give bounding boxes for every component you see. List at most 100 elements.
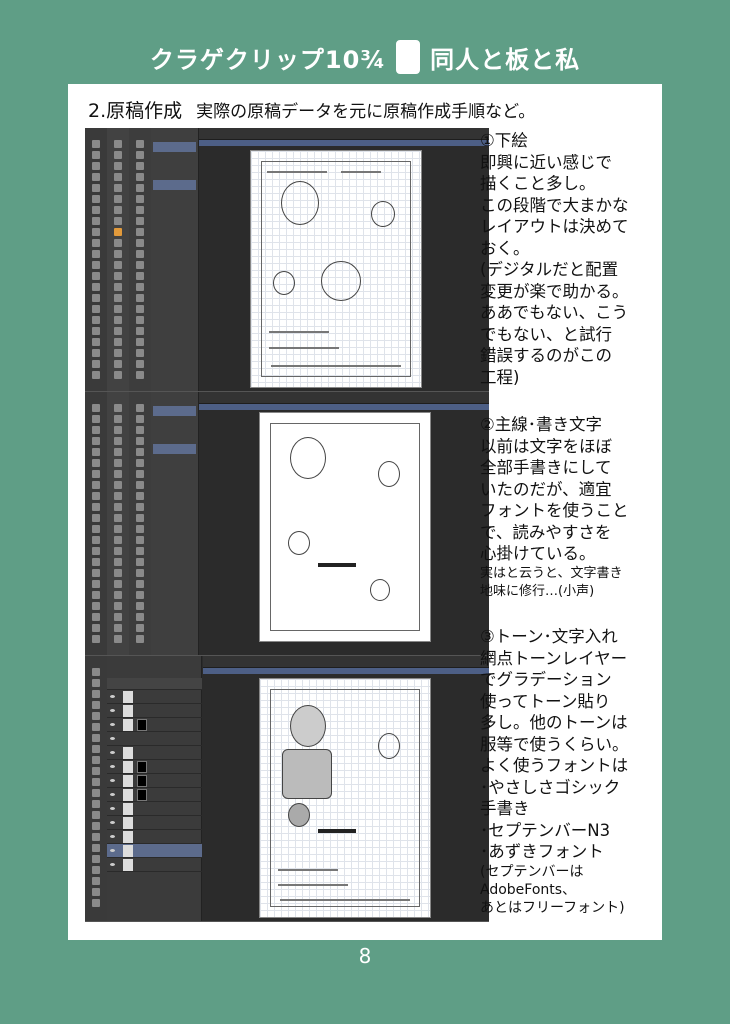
tool-icon bbox=[114, 591, 122, 599]
tool-icon bbox=[136, 470, 144, 478]
tool-icon bbox=[114, 195, 122, 203]
command-bar bbox=[199, 392, 489, 404]
tool-icon bbox=[92, 767, 100, 775]
tool-icon bbox=[136, 591, 144, 599]
step-2-note: ②主線･書き文字 以前は文字をほぼ 全部手書きにして いたのだが、適宜 フォントを… bbox=[480, 414, 629, 601]
section-subtitle: 実際の原稿データを元に原稿作成手順など。 bbox=[196, 102, 536, 122]
tool-icon bbox=[92, 492, 100, 500]
tool-icon bbox=[114, 327, 122, 335]
tool-icon bbox=[92, 613, 100, 621]
tool-icon bbox=[92, 536, 100, 544]
tool-icon bbox=[92, 756, 100, 764]
tool-icon bbox=[92, 558, 100, 566]
tool-icon bbox=[92, 547, 100, 555]
tool-icon bbox=[136, 613, 144, 621]
tool-icon bbox=[114, 624, 122, 632]
tool-icon bbox=[136, 503, 144, 511]
tool-icon bbox=[136, 415, 144, 423]
tool-icon bbox=[92, 283, 100, 291]
manuscript-canvas bbox=[259, 412, 431, 642]
tool-icon bbox=[114, 228, 122, 236]
tool-icon bbox=[92, 888, 100, 896]
tool-icon bbox=[114, 239, 122, 247]
tool-icon bbox=[92, 844, 100, 852]
tool-icon bbox=[92, 723, 100, 731]
page-number: 8 bbox=[358, 944, 372, 968]
tool-icon bbox=[92, 426, 100, 434]
tool-icon bbox=[136, 360, 144, 368]
tool-icon bbox=[114, 404, 122, 412]
step-3-heading: ③トーン･文字入れ bbox=[480, 627, 618, 646]
layer-row bbox=[107, 774, 202, 788]
tool-icon bbox=[136, 338, 144, 346]
tool-icon bbox=[92, 877, 100, 885]
tool-icon bbox=[114, 558, 122, 566]
tool-icon bbox=[114, 283, 122, 291]
step-3-note: ③トーン･文字入れ 網点トーンレイヤー でグラデーション 使ってトーン貼り 多し。… bbox=[480, 626, 629, 917]
step-2-heading: ②主線･書き文字 bbox=[480, 415, 603, 434]
tool-icon bbox=[114, 415, 122, 423]
tool-icon bbox=[92, 217, 100, 225]
tool-icon bbox=[114, 338, 122, 346]
tool-icon bbox=[92, 591, 100, 599]
tool-icon bbox=[136, 448, 144, 456]
tool-icon bbox=[136, 162, 144, 170]
tool-icon bbox=[136, 140, 144, 148]
layer-row bbox=[107, 718, 202, 732]
tool-icon bbox=[114, 360, 122, 368]
tool-icon bbox=[136, 195, 144, 203]
layer-row bbox=[107, 788, 202, 802]
tool-icon bbox=[92, 811, 100, 819]
tool-icon bbox=[136, 294, 144, 302]
zine-header: クラゲクリップ10¾ 同人と板と私 bbox=[0, 34, 730, 80]
tool-icon bbox=[114, 569, 122, 577]
tool-icon bbox=[136, 580, 144, 588]
app-sidebar bbox=[85, 128, 107, 391]
tool-icon bbox=[92, 514, 100, 522]
layer-row bbox=[107, 732, 202, 746]
tool-icon bbox=[136, 250, 144, 258]
tool-icon bbox=[114, 525, 122, 533]
content-panel: 2.原稿作成 実際の原稿データを元に原稿作成手順など。 ①下絵 即興に近い感じで… bbox=[68, 84, 662, 940]
canvas-tab bbox=[199, 140, 489, 146]
layer-row bbox=[107, 830, 202, 844]
layer-panel bbox=[107, 656, 202, 921]
tool-icon bbox=[92, 162, 100, 170]
subtool-palette bbox=[129, 128, 151, 391]
layer-row bbox=[107, 678, 202, 690]
tool-icon bbox=[136, 569, 144, 577]
tool-icon bbox=[114, 261, 122, 269]
tool-icon bbox=[92, 899, 100, 907]
layer-row bbox=[107, 690, 202, 704]
tool-icon bbox=[92, 481, 100, 489]
tool-icon bbox=[136, 349, 144, 357]
tool-icon bbox=[92, 668, 100, 676]
tool-icon bbox=[114, 294, 122, 302]
tool-icon bbox=[136, 514, 144, 522]
subtool-palette bbox=[129, 392, 151, 655]
layer-row bbox=[107, 746, 202, 760]
section-heading: 2.原稿作成 bbox=[88, 100, 183, 122]
tool-icon bbox=[114, 371, 122, 379]
tool-icon bbox=[136, 404, 144, 412]
tool-icon bbox=[114, 580, 122, 588]
tool-icon bbox=[92, 778, 100, 786]
tool-icon bbox=[114, 547, 122, 555]
tool-icon bbox=[136, 228, 144, 236]
layer-row bbox=[107, 760, 202, 774]
subtool-item bbox=[153, 142, 196, 152]
tool-icon bbox=[92, 712, 100, 720]
tool-icon bbox=[114, 206, 122, 214]
layer-row bbox=[107, 704, 202, 718]
tablet-icon bbox=[396, 40, 421, 74]
tool-icon bbox=[114, 184, 122, 192]
tool-icon bbox=[92, 184, 100, 192]
tool-icon bbox=[92, 349, 100, 357]
tool-icon bbox=[92, 734, 100, 742]
tool-icon bbox=[92, 327, 100, 335]
subtool-item bbox=[153, 180, 196, 190]
tool-icon bbox=[136, 206, 144, 214]
tool-icon bbox=[92, 459, 100, 467]
tool-icon bbox=[92, 690, 100, 698]
layer-row bbox=[107, 802, 202, 816]
